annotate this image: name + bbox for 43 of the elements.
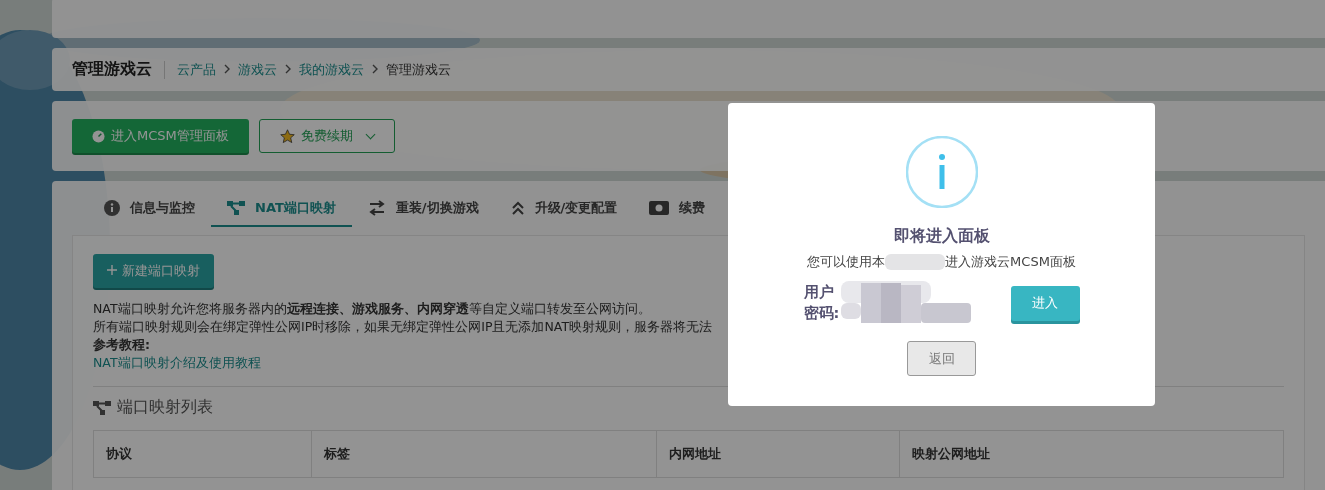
star-icon (279, 128, 295, 144)
back-button[interactable]: 返回 (907, 341, 976, 376)
chevron-right-icon (285, 63, 291, 74)
column-header: 内网地址 (656, 430, 900, 478)
password-label: 密码: (803, 304, 840, 323)
chevron-right-icon (224, 63, 230, 74)
breadcrumb-link[interactable]: 我的游戏云 (299, 60, 364, 79)
banknote-icon (649, 201, 670, 215)
tab[interactable]: 升级/变更配置 (494, 193, 634, 227)
breadcrumb-link[interactable]: 游戏云 (238, 60, 277, 79)
tab[interactable]: NAT端口映射 (211, 193, 352, 227)
dialog-message: 您可以使用本 (807, 253, 886, 271)
chevron-right-icon (372, 63, 378, 74)
renew-button[interactable]: 免费续期 (258, 119, 395, 153)
enter-button[interactable]: 进入 (1010, 285, 1080, 321)
reference-label: 参考教程: (93, 336, 150, 354)
breadcrumb-link[interactable]: 云产品 (177, 60, 216, 79)
tab[interactable]: 信息与监控 (88, 193, 211, 227)
breadcrumb-current: 管理游戏云 (386, 60, 451, 79)
dialog-message: 进入游戏云MCSM面板 (945, 253, 1076, 271)
column-header: 标签 (311, 430, 657, 478)
username-label: 用户 (803, 283, 835, 302)
section-title: 端口映射列表 (117, 397, 213, 418)
nodes-icon (227, 201, 245, 215)
description-text: NAT端口映射允许您将服务器内的远程连接、游戏服务、内网穿透等自定义端口转发至公网访问。 (93, 300, 651, 318)
new-mapping-button[interactable]: 新建端口映射 (93, 254, 214, 288)
gauge-icon (92, 129, 105, 143)
tutorial-link[interactable]: NAT端口映射介绍及使用教程 (93, 354, 261, 372)
enter-panel-button[interactable]: 进入MCSM管理面板 (72, 119, 249, 153)
description-text: 所有端口映射规则会在绑定弹性公网IP时移除，如果无绑定弹性公网IP且无添加NAT映射规则，服务器将无法 (93, 318, 712, 336)
column-header: 映射公网地址 (899, 430, 1284, 478)
plus-icon (107, 265, 117, 275)
swap-icon (367, 200, 386, 216)
tab[interactable]: 重装/切换游戏 (351, 193, 495, 227)
info-icon (905, 136, 978, 208)
column-header: 协议 (93, 430, 312, 478)
chevrons-up-icon (510, 200, 525, 216)
list-nodes-icon (93, 400, 111, 415)
tab[interactable]: 续费 (633, 193, 722, 227)
info-icon (104, 200, 120, 216)
dialog-title: 即将进入面板 (893, 226, 990, 247)
page-title: 管理游戏云 (72, 59, 152, 80)
pixelated-patch (885, 254, 946, 270)
